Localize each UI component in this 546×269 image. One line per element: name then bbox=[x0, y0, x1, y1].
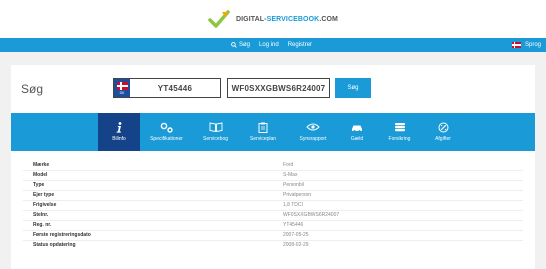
detail-label: Mærke bbox=[33, 162, 50, 168]
search-icon bbox=[231, 42, 237, 48]
detail-row-type: Type Personbil bbox=[11, 181, 535, 190]
car-icon bbox=[350, 122, 364, 132]
search-title: Søg bbox=[21, 82, 44, 96]
tab-specifikationer-label: Specifikationer bbox=[150, 136, 183, 142]
tab-specifikationer[interactable]: Specifikationer bbox=[140, 113, 193, 151]
detail-value: Ford bbox=[283, 162, 294, 168]
detail-row-reg-nr: Reg. nr. YT45446 bbox=[11, 221, 535, 230]
plate-country-code: DK bbox=[119, 90, 125, 95]
logo-text-part3: .COM bbox=[319, 15, 338, 23]
tab-synsrapport[interactable]: Synsrapport bbox=[288, 113, 338, 151]
detail-row-maerke: Mærke Ford bbox=[11, 161, 535, 170]
tab-forsikring[interactable]: Forsikring bbox=[376, 113, 423, 151]
search-button[interactable]: Søg bbox=[335, 78, 371, 98]
detail-value: 1,8 TDCI bbox=[283, 202, 303, 208]
info-icon bbox=[115, 121, 123, 133]
danish-flag-icon bbox=[116, 81, 128, 90]
stack-icon bbox=[394, 122, 406, 132]
detail-row-stelnr: Stelnr. WF0SXXGBWS6R24007 bbox=[11, 211, 535, 220]
nav-login-link[interactable]: Log ind bbox=[259, 42, 279, 48]
language-selector[interactable]: Sprog bbox=[511, 42, 541, 48]
tab-gaeld-label: Gæld bbox=[350, 136, 364, 142]
main-panel: Søg DK YT45446 WF0SXXGBWS6R24007 Søg Bil… bbox=[11, 65, 535, 269]
tab-serviceplan[interactable]: Serviceplan bbox=[238, 113, 288, 151]
tab-gaeld[interactable]: Gæld bbox=[338, 113, 376, 151]
detail-row-model: Model S-Max bbox=[11, 171, 535, 180]
tab-afgifter[interactable]: Afgifter bbox=[423, 113, 463, 151]
detail-label: Ejer type bbox=[33, 192, 55, 198]
detail-value: 2007-05-25 bbox=[283, 232, 309, 238]
nav-register-link[interactable]: Registrer bbox=[288, 42, 312, 48]
detail-row-ejer-type: Ejer type Privatperson bbox=[11, 191, 535, 200]
detail-row-status-opdatering: Status opdatering 2008-02-29 bbox=[11, 241, 535, 250]
tax-icon bbox=[438, 122, 449, 132]
logo-text-part2: SERVICEBOOK bbox=[266, 15, 320, 23]
detail-label: Status opdatering bbox=[33, 242, 76, 248]
nav-search-link[interactable]: Søg bbox=[231, 42, 250, 48]
logo-text[interactable]: DIGITAL-SERVICEBOOK.COM bbox=[236, 16, 338, 23]
detail-label: Stelnr. bbox=[33, 212, 49, 218]
detail-value: Privatperson bbox=[283, 192, 312, 198]
clipboard-icon bbox=[258, 122, 268, 133]
tab-bilinfo-label: Bilinfo bbox=[112, 136, 126, 142]
vin-input[interactable]: WF0SXXGBWS6R24007 bbox=[227, 78, 330, 98]
book-icon bbox=[209, 122, 223, 132]
detail-value: YT45446 bbox=[283, 222, 304, 228]
top-nav-links: Søg Log ind Registrer bbox=[231, 42, 312, 48]
tab-servicebog[interactable]: Servicebog bbox=[193, 113, 238, 151]
detail-value: S-Max bbox=[283, 172, 298, 178]
logo-checkmark-icon bbox=[208, 9, 230, 29]
detail-value: WF0SXXGBWS6R24007 bbox=[283, 212, 340, 218]
detail-label: Reg. nr. bbox=[33, 222, 52, 228]
detail-row-frigivelse: Frigivelse 1,8 TDCI bbox=[11, 201, 535, 210]
tab-afgifter-label: Afgifter bbox=[435, 136, 451, 142]
detail-label: Første registreringsdato bbox=[33, 232, 91, 238]
tab-bar: Bilinfo Specifikationer Servicebog Servi… bbox=[11, 113, 535, 151]
license-plate-value: YT45446 bbox=[157, 83, 193, 93]
tab-serviceplan-label: Serviceplan bbox=[249, 136, 277, 142]
tab-synsrapport-label: Synsrapport bbox=[299, 136, 327, 142]
detail-value: 2008-02-29 bbox=[283, 242, 309, 248]
detail-label: Frigivelse bbox=[33, 202, 57, 208]
license-plate-input[interactable]: DK YT45446 bbox=[113, 78, 221, 98]
nav-search-label: Søg bbox=[239, 42, 251, 48]
detail-label: Model bbox=[33, 172, 48, 178]
plate-country-strip: DK bbox=[114, 79, 130, 97]
detail-label: Type bbox=[33, 182, 45, 188]
search-row: Søg DK YT45446 WF0SXXGBWS6R24007 Søg bbox=[11, 65, 535, 113]
eye-icon bbox=[306, 122, 320, 132]
logo-bar: DIGITAL-SERVICEBOOK.COM bbox=[0, 0, 546, 38]
detail-value: Personbil bbox=[283, 182, 304, 188]
top-nav: Søg Log ind Registrer Sprog bbox=[0, 38, 546, 52]
danish-flag-icon bbox=[511, 42, 521, 48]
logo-text-part1: DIGITAL- bbox=[235, 15, 267, 23]
tab-forsikring-label: Forsikring bbox=[388, 136, 411, 142]
tab-servicebog-label: Servicebog bbox=[202, 136, 228, 142]
language-label: Sprog bbox=[524, 42, 541, 48]
detail-row-foerste-registreringsdato: Første registreringsdato 2007-05-25 bbox=[11, 231, 535, 240]
tab-bilinfo[interactable]: Bilinfo bbox=[98, 113, 140, 151]
gears-icon bbox=[160, 122, 174, 133]
